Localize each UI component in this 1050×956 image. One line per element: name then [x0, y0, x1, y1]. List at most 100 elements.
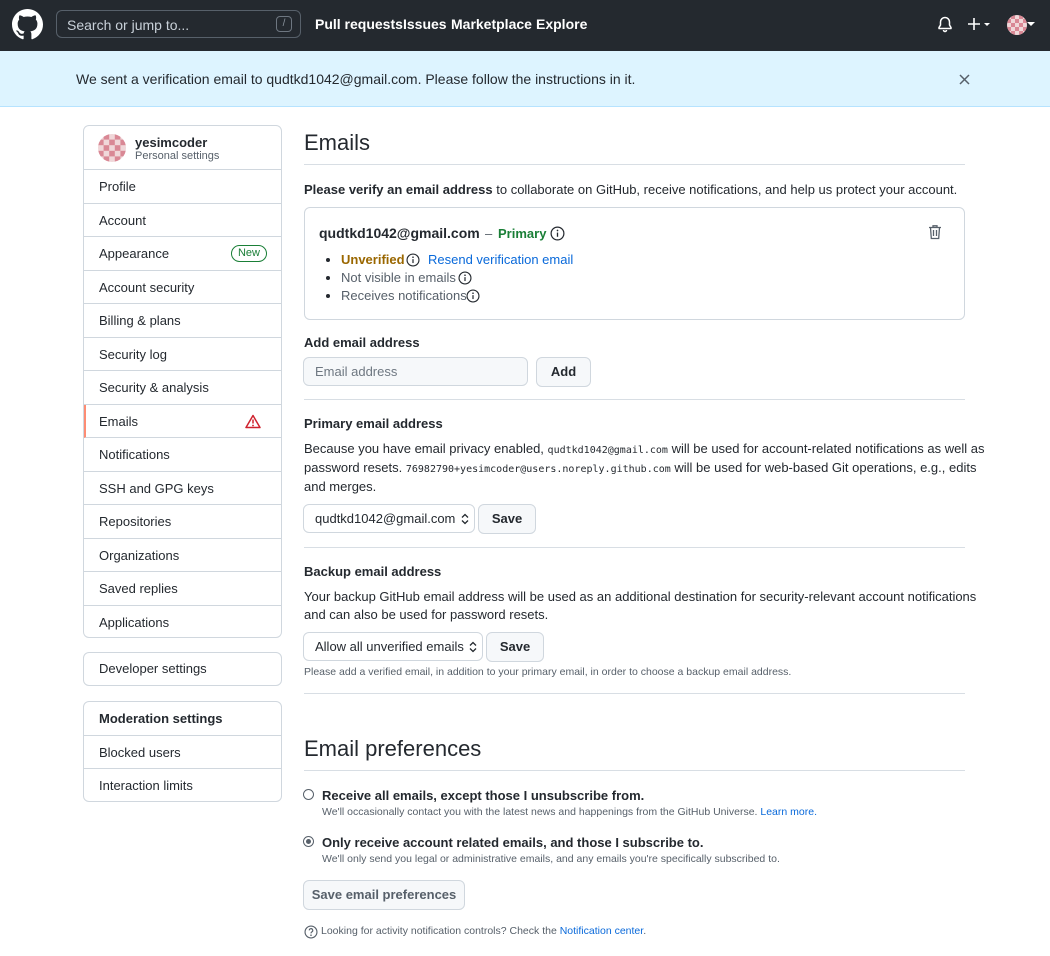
sidebar-item-notifications[interactable]: Notifications [84, 438, 281, 472]
sidebar-item-security-log[interactable]: Security log [84, 338, 281, 371]
top-header: Search or jump to... / Pull requests Iss… [0, 0, 1050, 51]
primary-email-select-value: qudtkd1042@gmail.com [315, 511, 456, 526]
sidebar-item-saved-replies[interactable]: Saved replies [84, 572, 281, 606]
header-avatar[interactable] [1007, 15, 1027, 35]
divider [304, 164, 965, 165]
backup-email-select[interactable]: Allow all unverified emails [303, 632, 483, 661]
sidebar-item-blocked-users[interactable]: Blocked users [84, 736, 281, 769]
sidebar-item-account[interactable]: Account [84, 204, 281, 237]
primary-desc-text: password resets. [304, 460, 406, 475]
nav-marketplace[interactable]: Marketplace [451, 16, 532, 32]
backup-email-description-line2: and can also be used for password resets… [304, 607, 549, 622]
backup-email-heading: Backup email address [304, 564, 442, 579]
verify-message: Please verify an email address to collab… [304, 182, 957, 197]
select-arrows-icon [469, 641, 477, 653]
primary-label: Primary [498, 226, 547, 241]
close-icon[interactable] [958, 73, 971, 86]
nav-issues[interactable]: Issues [403, 16, 447, 32]
sidebar-item-appearance[interactable]: Appearance New [84, 237, 281, 271]
nav-pull-requests[interactable]: Pull requests [315, 16, 403, 32]
sidebar-item-security-analysis[interactable]: Security & analysis [84, 371, 281, 405]
verify-bold: Please verify an email address [304, 182, 493, 197]
primary-email-description-line2: password resets. 76982790+yesimcoder@use… [304, 460, 976, 475]
account-only-note: We'll only send you legal or administrat… [322, 853, 780, 865]
primary-desc-text: will be used for web-based Git operation… [670, 460, 977, 475]
email-address: qudtkd1042@gmail.com [319, 225, 480, 241]
footer-text: Looking for activity notification contro… [321, 925, 560, 937]
divider [304, 399, 965, 400]
sidebar-item-repositories[interactable]: Repositories [84, 505, 281, 539]
sidebar-item-profile[interactable]: Profile [84, 170, 281, 204]
email-preferences-title: Email preferences [304, 736, 482, 761]
sidebar-item-label: Emails [99, 413, 139, 429]
learn-more-link[interactable]: Learn more. [760, 806, 817, 818]
sidebar-item-emails[interactable]: Emails [84, 404, 281, 438]
sidebar-item-developer-settings[interactable]: Developer settings [84, 653, 281, 685]
sidebar-item-interaction-limits[interactable]: Interaction limits [84, 769, 281, 803]
add-email-heading: Add email address [304, 335, 420, 350]
add-email-placeholder: Email address [315, 364, 398, 379]
radio-account-only[interactable] [303, 836, 314, 847]
unverified-label: Unverified [341, 252, 405, 267]
github-logo-icon[interactable] [12, 9, 43, 40]
alert-icon [245, 414, 261, 428]
resend-verification-link[interactable]: Resend verification email [428, 252, 573, 267]
verification-banner: We sent a verification email to qudtkd10… [0, 51, 1050, 107]
search-placeholder: Search or jump to... [67, 17, 190, 33]
sidebar-item-billing[interactable]: Billing & plans [84, 304, 281, 338]
list-bullet [326, 294, 330, 298]
bell-icon[interactable] [937, 16, 953, 33]
divider [304, 770, 965, 771]
nav-explore[interactable]: Explore [536, 16, 587, 32]
account-only-label[interactable]: Only receive account related emails, and… [322, 835, 703, 850]
list-bullet [326, 276, 330, 280]
moderation-settings-box: Moderation settings Blocked users Intera… [83, 701, 282, 802]
receives-notifications-label: Receives notifications [341, 288, 467, 303]
add-email-button[interactable]: Add [536, 357, 591, 387]
primary-email-description-line3: and merges. [304, 479, 377, 494]
question-icon [304, 925, 318, 939]
receive-all-label[interactable]: Receive all emails, except those I unsub… [322, 788, 644, 803]
avatar-caret-icon[interactable] [1027, 22, 1035, 28]
sidebar-item-organizations[interactable]: Organizations [84, 539, 281, 572]
backup-email-select-value: Allow all unverified emails [315, 639, 464, 654]
avatar [98, 134, 126, 162]
receive-all-note-text: We'll occasionally contact you with the … [322, 806, 758, 818]
save-email-preferences-button[interactable]: Save email preferences [303, 880, 465, 910]
list-bullet [326, 258, 330, 262]
notification-center-link[interactable]: Notification center [560, 925, 643, 937]
plus-dropdown-icon[interactable] [967, 17, 993, 33]
avatar-identicon-icon [98, 134, 126, 162]
info-icon[interactable] [466, 289, 480, 303]
sidebar-item-ssh-gpg-keys[interactable]: SSH and GPG keys [84, 472, 281, 505]
primary-desc-text: Because you have email privacy enabled, [304, 441, 548, 456]
info-icon[interactable] [458, 271, 472, 285]
add-email-input[interactable]: Email address [303, 357, 528, 386]
primary-email-description-line1: Because you have email privacy enabled, … [304, 441, 984, 456]
select-arrows-icon [461, 513, 469, 525]
save-backup-button[interactable]: Save [486, 632, 544, 662]
verify-rest: to collaborate on GitHub, receive notifi… [492, 182, 958, 197]
sidebar-item-account-security[interactable]: Account security [84, 271, 281, 304]
trash-icon[interactable] [928, 224, 942, 240]
primary-desc-code: qudtkd1042@gmail.com [547, 445, 668, 456]
info-icon[interactable] [550, 226, 565, 241]
sidebar-item-applications[interactable]: Applications [84, 606, 281, 640]
receive-all-note: We'll occasionally contact you with the … [322, 806, 817, 818]
search-shortcut-key: / [276, 16, 292, 32]
primary-desc-code: 76982790+yesimcoder@users.noreply.github… [405, 464, 671, 475]
radio-receive-all[interactable] [303, 789, 314, 800]
backup-email-description-line1: Your backup GitHub email address will be… [304, 589, 977, 604]
primary-email-select[interactable]: qudtkd1042@gmail.com [303, 504, 475, 533]
divider [304, 547, 965, 548]
search-input[interactable]: Search or jump to... / [56, 10, 301, 38]
sidebar-user[interactable]: yesimcoder Personal settings [84, 126, 281, 170]
info-icon[interactable] [406, 253, 420, 267]
settings-sidebar: yesimcoder Personal settings Profile Acc… [83, 125, 282, 638]
email-dash: – [485, 226, 493, 241]
backup-email-note: Please add a verified email, in addition… [304, 666, 792, 678]
save-primary-button[interactable]: Save [478, 504, 536, 534]
avatar-identicon-icon [1007, 15, 1027, 35]
moderation-heading: Moderation settings [84, 702, 281, 736]
sidebar-username: yesimcoder [135, 135, 208, 150]
